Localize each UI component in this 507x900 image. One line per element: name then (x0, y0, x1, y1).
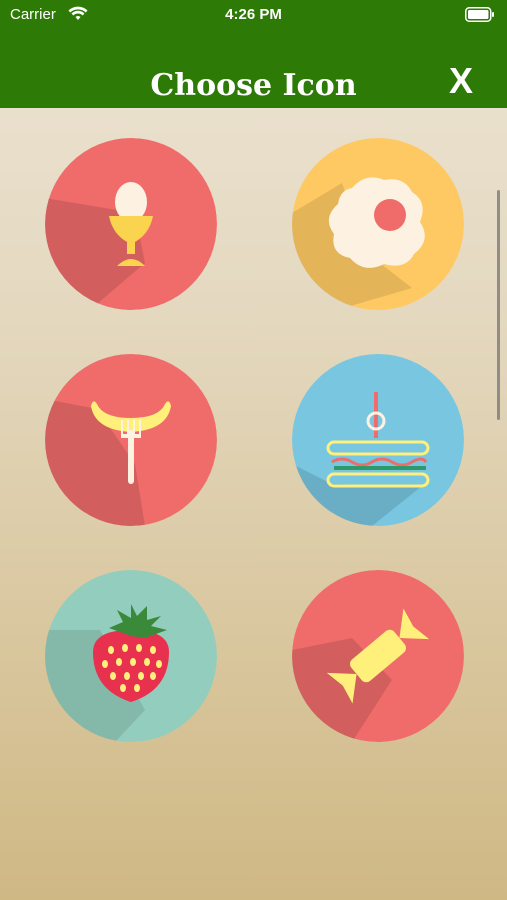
strawberry-icon (45, 570, 217, 742)
sausage-fork-icon (45, 354, 217, 526)
sandwich-icon (292, 354, 464, 526)
icon-option-sausage[interactable] (45, 354, 217, 526)
egg-cup-icon (45, 138, 217, 310)
icon-option-candy[interactable] (292, 570, 464, 742)
icon-option-fried-egg[interactable] (292, 138, 464, 310)
close-button[interactable]: X (440, 60, 482, 102)
scrollbar[interactable] (497, 190, 500, 420)
icon-option-sandwich[interactable] (292, 354, 464, 526)
icon-option-egg-cup[interactable] (45, 138, 217, 310)
candy-icon (292, 570, 464, 742)
battery-icon (465, 7, 494, 22)
status-bar: Carrier 4:26 PM (0, 0, 507, 30)
icon-option-strawberry[interactable] (45, 570, 217, 742)
status-time: 4:26 PM (225, 6, 282, 23)
page-title: Choose Icon (150, 68, 357, 103)
fried-egg-icon (292, 138, 464, 310)
